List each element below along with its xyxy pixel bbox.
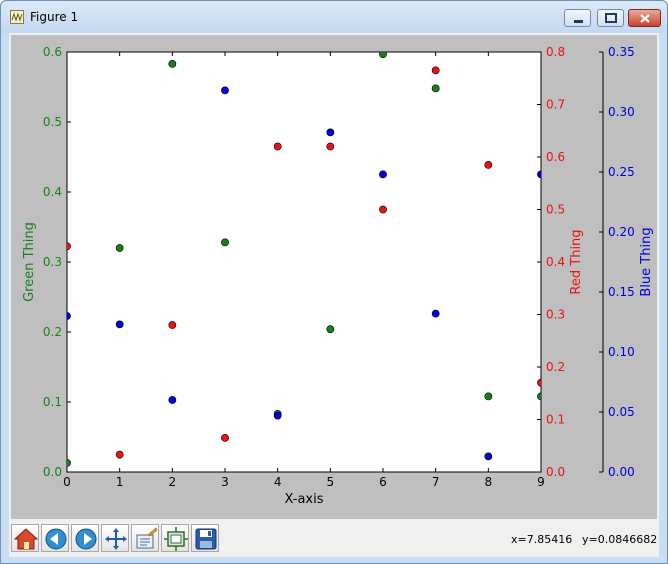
back-button[interactable] [41, 524, 69, 552]
blue-point [537, 170, 541, 179]
green-point [67, 459, 71, 467]
home-icon [14, 528, 38, 550]
x-tick-label: 6 [379, 475, 387, 489]
blue-point [379, 170, 387, 179]
chart-svg[interactable]: 0 1 2 3 4 5 6 7 8 90.00.10.20.30.40.50.60.00.10.2… [11, 35, 657, 519]
blue-tick-label: 0.10 [608, 345, 635, 359]
save-button[interactable] [191, 524, 219, 552]
blue-tick-label: 0.00 [608, 465, 635, 479]
x-tick-label: 1 [116, 475, 124, 489]
green-tick-label: 0.2 [43, 325, 62, 339]
x-tick-label: 5 [327, 475, 335, 489]
blue-tick-label: 0.30 [608, 105, 635, 119]
red-tick-label: 0.0 [546, 465, 565, 479]
red-tick-label: 0.2 [546, 360, 565, 374]
blue-point [168, 396, 177, 404]
red-point [326, 142, 335, 151]
green-point [431, 84, 440, 93]
navigation-toolbar: x=7.85416 y=0.0846682 [9, 521, 659, 557]
red-tick-label: 0.8 [546, 45, 565, 59]
red-point [67, 242, 71, 251]
red-point [537, 378, 541, 387]
green-point [168, 59, 177, 68]
home-button[interactable] [11, 524, 39, 552]
zoom-button[interactable] [131, 524, 159, 552]
pan-button[interactable] [101, 524, 129, 552]
green-point [537, 392, 541, 401]
red-point [484, 160, 493, 169]
red-point [221, 433, 229, 442]
blue-point [115, 320, 124, 329]
close-button[interactable] [628, 9, 661, 27]
maximize-icon [605, 13, 617, 23]
green-point [326, 325, 335, 334]
blue-axis-label: Blue Thing [639, 227, 654, 296]
blue-tick-label: 0.25 [608, 165, 635, 179]
blue-tick-label: 0.05 [608, 405, 635, 419]
zoom-icon [136, 527, 158, 549]
blue-point [431, 309, 440, 318]
x-tick-label: 3 [221, 475, 229, 489]
green-tick-label: 0.1 [43, 395, 62, 409]
green-tick-label: 0.4 [43, 185, 62, 199]
forward-button[interactable] [71, 524, 99, 552]
blue-point [326, 128, 335, 137]
forward-icon [75, 528, 97, 550]
window-client-area: 0 1 2 3 4 5 6 7 8 9 0.0 0.1 0.2 0.3 0.4 0.5 0.6 0.0 0.1 0.2… [9, 33, 659, 557]
minimize-icon [574, 20, 583, 23]
green-tick-label: 0.3 [43, 255, 62, 269]
figure-canvas[interactable]: 0 1 2 3 4 5 6 7 8 9 0.0 0.1 0.2 0.3 0.4 0.5 0.6 0.0 0.1 0.2… [11, 35, 657, 519]
red-tick-label: 0.7 [546, 98, 565, 112]
green-tick-label: 0.0 [43, 465, 62, 479]
title-bar[interactable]: Figure 1 [1, 1, 667, 33]
cursor-y-readout: y=0.0846682 [582, 533, 658, 546]
x-tick-label: 0 [63, 475, 71, 489]
blue-tick-label: 0.20 [608, 225, 635, 239]
red-point [431, 66, 440, 75]
red-point [168, 321, 177, 329]
pan-icon [105, 528, 127, 550]
green-tick-label: 0.6 [43, 45, 62, 59]
blue-point [273, 411, 282, 420]
blue-point [67, 312, 71, 320]
red-axis-label: Red Thing [569, 229, 584, 294]
green-point [115, 244, 124, 252]
red-point [115, 450, 124, 459]
close-icon [640, 14, 650, 23]
x-tick-label: 8 [485, 475, 493, 489]
blue-tick-label: 0.15 [608, 285, 635, 299]
back-icon [45, 528, 67, 550]
x-tick-label: 9 [537, 475, 545, 489]
figure-app-icon [10, 10, 24, 24]
x-tick-label: 4 [274, 475, 282, 489]
cursor-x-readout: x=7.85416 [511, 533, 573, 546]
figure-window: Figure 1 0 1 2 3 4 5 6 7 8 9 0.0 0.1 0.2 0.3 0.4 0.5 0.6… [0, 0, 668, 564]
x-axis-label: X-axis [285, 492, 324, 507]
red-tick-label: 0.1 [546, 413, 565, 427]
blue-tick-label: 0.35 [608, 45, 635, 59]
blue-point [484, 452, 493, 461]
green-point [221, 238, 229, 247]
plot-area [66, 51, 542, 473]
subplots-button[interactable] [161, 524, 189, 552]
red-point [379, 205, 387, 214]
subplots-icon [164, 527, 188, 551]
x-tick-label: 7 [432, 475, 440, 489]
green-axis-label: Green Thing [22, 222, 37, 302]
red-tick-label: 0.5 [546, 203, 565, 217]
red-tick-label: 0.3 [546, 308, 565, 322]
red-tick-label: 0.4 [546, 255, 565, 269]
red-tick-label: 0.6 [546, 150, 565, 164]
green-point [484, 392, 493, 401]
window-title: Figure 1 [30, 10, 79, 24]
save-icon [195, 528, 217, 550]
green-tick-label: 0.5 [43, 115, 62, 129]
minimize-button[interactable] [564, 9, 591, 27]
maximize-button[interactable] [597, 9, 624, 27]
x-tick-label: 2 [169, 475, 177, 489]
blue-point [221, 86, 229, 95]
red-point [273, 142, 282, 151]
